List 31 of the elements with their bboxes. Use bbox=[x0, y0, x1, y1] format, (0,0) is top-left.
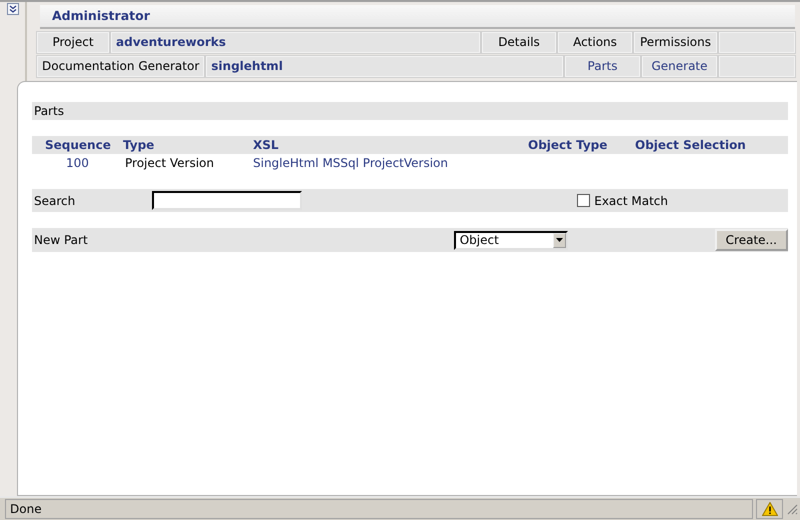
resize-grip-icon[interactable] bbox=[786, 503, 798, 515]
field-label: Project bbox=[37, 32, 109, 53]
search-label: Search bbox=[34, 194, 76, 208]
search-field[interactable] bbox=[152, 191, 302, 210]
field-value: singlehtml bbox=[206, 56, 563, 77]
collapse-icon[interactable] bbox=[6, 3, 18, 15]
checkbox-label: Exact Match bbox=[594, 194, 668, 208]
xsl-link[interactable]: SingleHtml MSSql ProjectVersion bbox=[253, 154, 528, 172]
column-header: Type bbox=[123, 136, 253, 154]
nav-link[interactable]: Generate bbox=[642, 56, 717, 77]
nav-tab[interactable]: Details bbox=[482, 32, 556, 53]
status-text: Done bbox=[5, 499, 753, 519]
table-cell-text: 100 bbox=[65, 155, 90, 172]
warning-icon bbox=[762, 502, 778, 516]
exact-match-checkbox[interactable] bbox=[577, 194, 590, 207]
field-value: adventureworks bbox=[111, 32, 480, 53]
section-title: Parts bbox=[34, 104, 64, 118]
nav-link[interactable]: Parts bbox=[565, 56, 640, 77]
page-title: Administrator bbox=[40, 5, 795, 29]
nav-tab[interactable]: Actions bbox=[558, 32, 632, 53]
dropdown-arrow-icon bbox=[556, 238, 563, 242]
create-button[interactable]: Create... bbox=[714, 229, 788, 251]
nav-tab[interactable]: Permissions bbox=[634, 32, 717, 53]
table-cell-text: Project Version bbox=[124, 155, 215, 172]
type-select[interactable]: Object bbox=[454, 230, 568, 250]
column-header: XSL bbox=[253, 136, 528, 154]
column-header: Object Type bbox=[528, 136, 635, 154]
field-label: Documentation Generator bbox=[37, 56, 204, 77]
new-part-label: New Part bbox=[34, 233, 88, 247]
column-header: Object Selection bbox=[635, 136, 788, 154]
column-header: Sequence bbox=[32, 136, 123, 154]
